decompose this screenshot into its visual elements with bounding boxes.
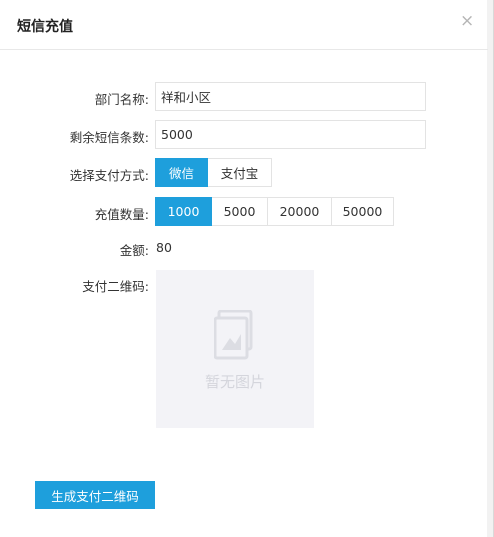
payment-option-wechat[interactable]: 微信 — [155, 158, 208, 187]
amount-value: 80 — [156, 240, 172, 255]
generate-qr-button[interactable]: 生成支付二维码 — [35, 481, 155, 509]
quantity-option-5000[interactable]: 5000 — [212, 197, 268, 226]
quantity-label: 充值数量: — [94, 207, 149, 222]
payment-method-group: 微信 支付宝 — [155, 158, 272, 187]
dialog-header: 短信充值 × — [0, 0, 488, 50]
no-image-text: 暂无图片 — [204, 373, 265, 391]
department-input[interactable] — [155, 82, 426, 111]
remaining-sms-label: 剩余短信条数: — [69, 130, 149, 145]
quantity-option-1000[interactable]: 1000 — [155, 197, 212, 226]
dialog-title: 短信充值 — [17, 19, 73, 35]
remaining-sms-input[interactable] — [155, 120, 426, 149]
sms-recharge-dialog: 短信充值 × 部门名称: 剩余短信条数: 选择支付方式: 微信 支付宝 充值数量… — [0, 0, 494, 537]
department-label: 部门名称: — [94, 92, 149, 107]
background-edge — [487, 0, 493, 537]
payment-option-alipay[interactable]: 支付宝 — [208, 158, 272, 187]
qr-code-label: 支付二维码: — [82, 279, 149, 294]
amount-label: 金额: — [119, 243, 149, 258]
no-image-icon — [214, 310, 253, 360]
quantity-option-20000[interactable]: 20000 — [268, 197, 332, 226]
qr-code-placeholder: 暂无图片 — [156, 270, 314, 428]
close-icon[interactable]: × — [460, 13, 474, 30]
quantity-group: 1000 5000 20000 50000 — [155, 197, 394, 226]
payment-method-label: 选择支付方式: — [69, 168, 149, 183]
quantity-option-50000[interactable]: 50000 — [332, 197, 394, 226]
